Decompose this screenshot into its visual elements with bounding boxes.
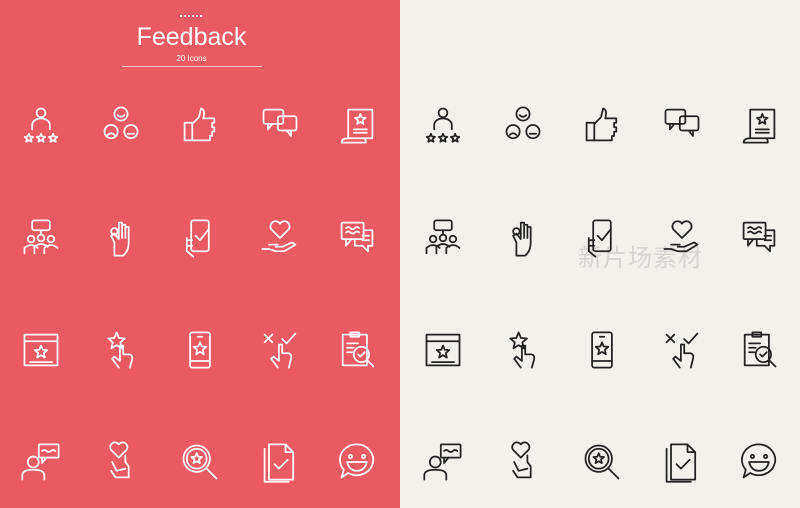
heart-hand-icon bbox=[99, 440, 143, 484]
ok-hand-icon bbox=[99, 216, 143, 260]
decorative-dots bbox=[180, 15, 202, 17]
smiley-chat-icon bbox=[335, 440, 379, 484]
phone-star-icon bbox=[580, 328, 624, 372]
clipboard-search-icon bbox=[335, 328, 379, 372]
emoji-faces-icon bbox=[99, 103, 143, 147]
heart-in-hand-icon bbox=[258, 216, 302, 260]
chat-bubbles-icon bbox=[258, 103, 302, 147]
phone-star-icon bbox=[178, 328, 222, 372]
document-check-icon bbox=[258, 440, 302, 484]
person-rating-stars-icon bbox=[19, 103, 63, 147]
chat-message-icon bbox=[335, 216, 379, 260]
browser-star-icon bbox=[421, 328, 465, 372]
heart-in-hand-icon bbox=[660, 216, 704, 260]
clipboard-search-icon bbox=[737, 328, 781, 372]
group-chat-icon bbox=[19, 216, 63, 260]
phone-check-hand-icon bbox=[580, 216, 624, 260]
heart-hand-icon bbox=[501, 440, 545, 484]
group-chat-icon bbox=[421, 216, 465, 260]
magnifier-star-icon bbox=[178, 440, 222, 484]
browser-star-icon bbox=[19, 328, 63, 372]
phone-check-hand-icon bbox=[178, 216, 222, 260]
person-chat-icon bbox=[421, 440, 465, 484]
document-check-icon bbox=[660, 440, 704, 484]
person-rating-stars-icon bbox=[421, 103, 465, 147]
cross-check-touch-icon bbox=[660, 328, 704, 372]
page-title: Feedback bbox=[136, 23, 247, 51]
certificate-scroll-icon bbox=[737, 103, 781, 147]
icon-count: 20 Icons bbox=[176, 54, 207, 63]
divider bbox=[122, 66, 262, 67]
emoji-faces-icon bbox=[501, 103, 545, 147]
star-touch-icon bbox=[501, 328, 545, 372]
thumbs-up-icon bbox=[580, 103, 624, 147]
thumbs-up-icon bbox=[178, 103, 222, 147]
ok-hand-icon bbox=[501, 216, 545, 260]
magnifier-star-icon bbox=[580, 440, 624, 484]
smiley-chat-icon bbox=[737, 440, 781, 484]
certificate-scroll-icon bbox=[335, 103, 379, 147]
chat-bubbles-icon bbox=[660, 103, 704, 147]
cross-check-touch-icon bbox=[258, 328, 302, 372]
person-chat-icon bbox=[19, 440, 63, 484]
chat-message-icon bbox=[737, 216, 781, 260]
star-touch-icon bbox=[99, 328, 143, 372]
